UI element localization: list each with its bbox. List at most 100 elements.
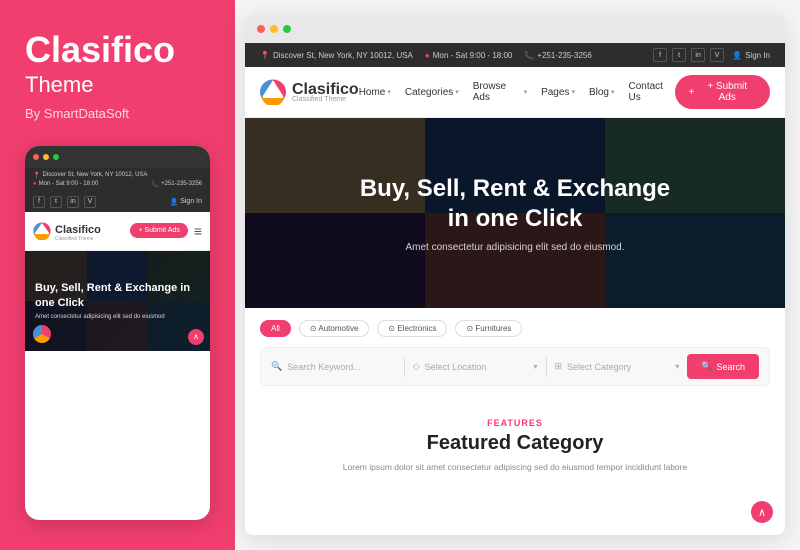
site-content: Buy, Sell, Rent & Exchangein one Click A… — [245, 118, 785, 535]
mobile-address: 📍 Discover St, New York, NY 10012, USA — [33, 172, 147, 179]
brand-title: Clasifico — [25, 30, 210, 70]
linkedin-icon[interactable]: in — [67, 196, 79, 208]
tab-all[interactable]: All — [260, 320, 291, 337]
nav-home[interactable]: Home ▾ — [359, 87, 391, 98]
clock-icon: ● — [33, 181, 37, 187]
topbar-location-icon: 📍 — [260, 51, 270, 60]
features-section: FEATURES Featured Category Lorem ipsum d… — [245, 398, 785, 494]
nav-blog[interactable]: Blog ▾ — [589, 87, 615, 98]
topbar-left: 📍 Discover St, New York, NY 10012, USA ●… — [260, 51, 592, 60]
search-submit-btn[interactable]: 🔍 Search — [687, 354, 759, 379]
mobile-hero-overlay: Buy, Sell, Rent & Exchange in one Click … — [25, 251, 210, 351]
mobile-social-icons: f t in V — [33, 196, 96, 208]
topbar-twitter-icon[interactable]: t — [672, 48, 686, 62]
scroll-to-top-btn[interactable]: ∧ — [751, 501, 773, 523]
mobile-info-bar: 📍 Discover St, New York, NY 10012, USA ●… — [25, 168, 210, 192]
search-location-area: ◇ Select Location ▾ — [413, 361, 538, 372]
right-panel: 📍 Discover St, New York, NY 10012, USA ●… — [245, 15, 785, 535]
location-icon: 📍 — [33, 172, 40, 179]
location-pin-icon: ◇ — [413, 361, 420, 372]
mobile-logo-icon — [33, 222, 51, 240]
topbar-clock-icon: ● — [425, 51, 430, 60]
topbar-linkedin-icon[interactable]: in — [691, 48, 705, 62]
twitter-icon[interactable]: t — [50, 196, 62, 208]
mobile-social-bar: f t in V 👤 Sign In — [25, 192, 210, 212]
browser-dot-green — [283, 25, 291, 33]
hamburger-icon[interactable]: ≡ — [194, 223, 202, 239]
mobile-signin-btn[interactable]: 👤 Sign In — [169, 198, 202, 206]
mobile-scroll-up-btn[interactable]: ∧ — [188, 329, 204, 345]
electronics-icon: ⊙ — [388, 324, 395, 333]
mobile-preview: 📍 Discover St, New York, NY 10012, USA ●… — [25, 146, 210, 520]
nav-categories[interactable]: Categories ▾ — [405, 87, 459, 98]
topbar-phone: 📞 +251-235-3256 — [524, 51, 591, 60]
dot-red — [33, 154, 39, 160]
mobile-submit-btn[interactable]: + Submit Ads — [130, 223, 187, 238]
tab-electronics[interactable]: ⊙ Electronics — [377, 320, 447, 337]
user-icon: 👤 — [169, 198, 178, 206]
mobile-phone: 📞 +251-235-3256 — [152, 181, 202, 188]
search-tabs: All ⊙ Automotive ⊙ Electronics ⊙ Furnitu… — [260, 320, 770, 337]
search-magnifier-icon: 🔍 — [271, 361, 282, 372]
search-category-input[interactable]: Select Category — [567, 362, 670, 372]
categories-chevron-icon: ▾ — [455, 88, 459, 96]
topbar-hours: ● Mon - Sat 9:00 - 18:00 — [425, 51, 512, 60]
topbar-social: f t in V — [653, 48, 724, 62]
search-keyword-area: 🔍 Search Keyword... — [271, 361, 396, 372]
furnitures-icon: ⊙ — [466, 324, 473, 333]
nav-contact[interactable]: Contact Us — [628, 81, 674, 103]
mobile-top-bar — [25, 146, 210, 168]
category-chevron-icon: ▾ — [675, 362, 679, 371]
nav-pages[interactable]: Pages ▾ — [541, 87, 575, 98]
automotive-icon: ⊙ — [310, 324, 317, 333]
plus-icon: + — [689, 87, 695, 98]
phone-icon: 📞 — [152, 181, 159, 188]
tab-furnitures[interactable]: ⊙ Furnitures — [455, 320, 522, 337]
search-divider-2 — [546, 357, 547, 377]
navbar-logo: Clasifico Classified Theme — [260, 79, 359, 105]
search-keyword-input[interactable]: Search Keyword... — [287, 362, 396, 372]
mobile-logo: Clasifico Classified Theme — [33, 220, 101, 242]
mobile-hero-title: Buy, Sell, Rent & Exchange in one Click — [35, 281, 200, 310]
hero-subtitle: Amet consectetur adipisicing elit sed do… — [405, 242, 624, 253]
topbar-signin-btn[interactable]: 👤 Sign In — [732, 51, 770, 60]
tab-automotive[interactable]: ⊙ Automotive — [299, 320, 370, 337]
topbar-user-icon: 👤 — [732, 51, 742, 60]
navbar-logo-text-area: Clasifico Classified Theme — [292, 81, 359, 103]
brand-by: By SmartDataSoft — [25, 106, 210, 121]
search-location-input[interactable]: Select Location — [425, 362, 529, 372]
home-chevron-icon: ▾ — [387, 88, 391, 96]
search-bar: 🔍 Search Keyword... ◇ Select Location ▾ … — [260, 347, 770, 386]
navbar-menu: Home ▾ Categories ▾ Browse Ads ▾ Pages ▾… — [359, 81, 675, 103]
topbar-phone-icon: 📞 — [524, 51, 534, 60]
nav-browse-ads[interactable]: Browse Ads ▾ — [473, 81, 527, 103]
grid-icon: ⊞ — [555, 361, 563, 372]
search-btn-icon: 🔍 — [701, 361, 712, 372]
vimeo-icon[interactable]: V — [84, 196, 96, 208]
navbar-submit-btn[interactable]: + + Submit Ads — [675, 75, 770, 109]
mobile-hero-sub: Amet consectetur adipisicing elit sed do… — [35, 314, 200, 320]
browse-ads-chevron-icon: ▾ — [524, 88, 528, 96]
hero-content: Buy, Sell, Rent & Exchangein one Click A… — [245, 118, 785, 308]
navbar-logo-icon — [260, 79, 286, 105]
dot-yellow — [43, 154, 49, 160]
site-hero: Buy, Sell, Rent & Exchangein one Click A… — [245, 118, 785, 308]
features-desc: Lorem ipsum dolor sit amet consectetur a… — [260, 461, 770, 474]
topbar-vimeo-icon[interactable]: V — [710, 48, 724, 62]
browser-dot-red — [257, 25, 265, 33]
hero-title: Buy, Sell, Rent & Exchangein one Click — [360, 174, 670, 234]
pages-chevron-icon: ▾ — [571, 88, 575, 96]
search-section: All ⊙ Automotive ⊙ Electronics ⊙ Furnitu… — [245, 308, 785, 398]
search-category-area: ⊞ Select Category ▾ — [555, 361, 680, 372]
search-divider-1 — [404, 357, 405, 377]
left-panel: Clasifico Theme By SmartDataSoft 📍 Disco… — [0, 0, 235, 550]
features-label: FEATURES — [260, 418, 770, 428]
facebook-icon[interactable]: f — [33, 196, 45, 208]
topbar-facebook-icon[interactable]: f — [653, 48, 667, 62]
location-chevron-icon: ▾ — [533, 362, 537, 371]
features-title: Featured Category — [260, 432, 770, 455]
mobile-hours: ● Mon - Sat 9:00 - 18:00 — [33, 181, 98, 187]
mobile-logo-circle — [33, 325, 51, 343]
browser-chrome — [245, 15, 785, 43]
mobile-hero: Buy, Sell, Rent & Exchange in one Click … — [25, 251, 210, 351]
